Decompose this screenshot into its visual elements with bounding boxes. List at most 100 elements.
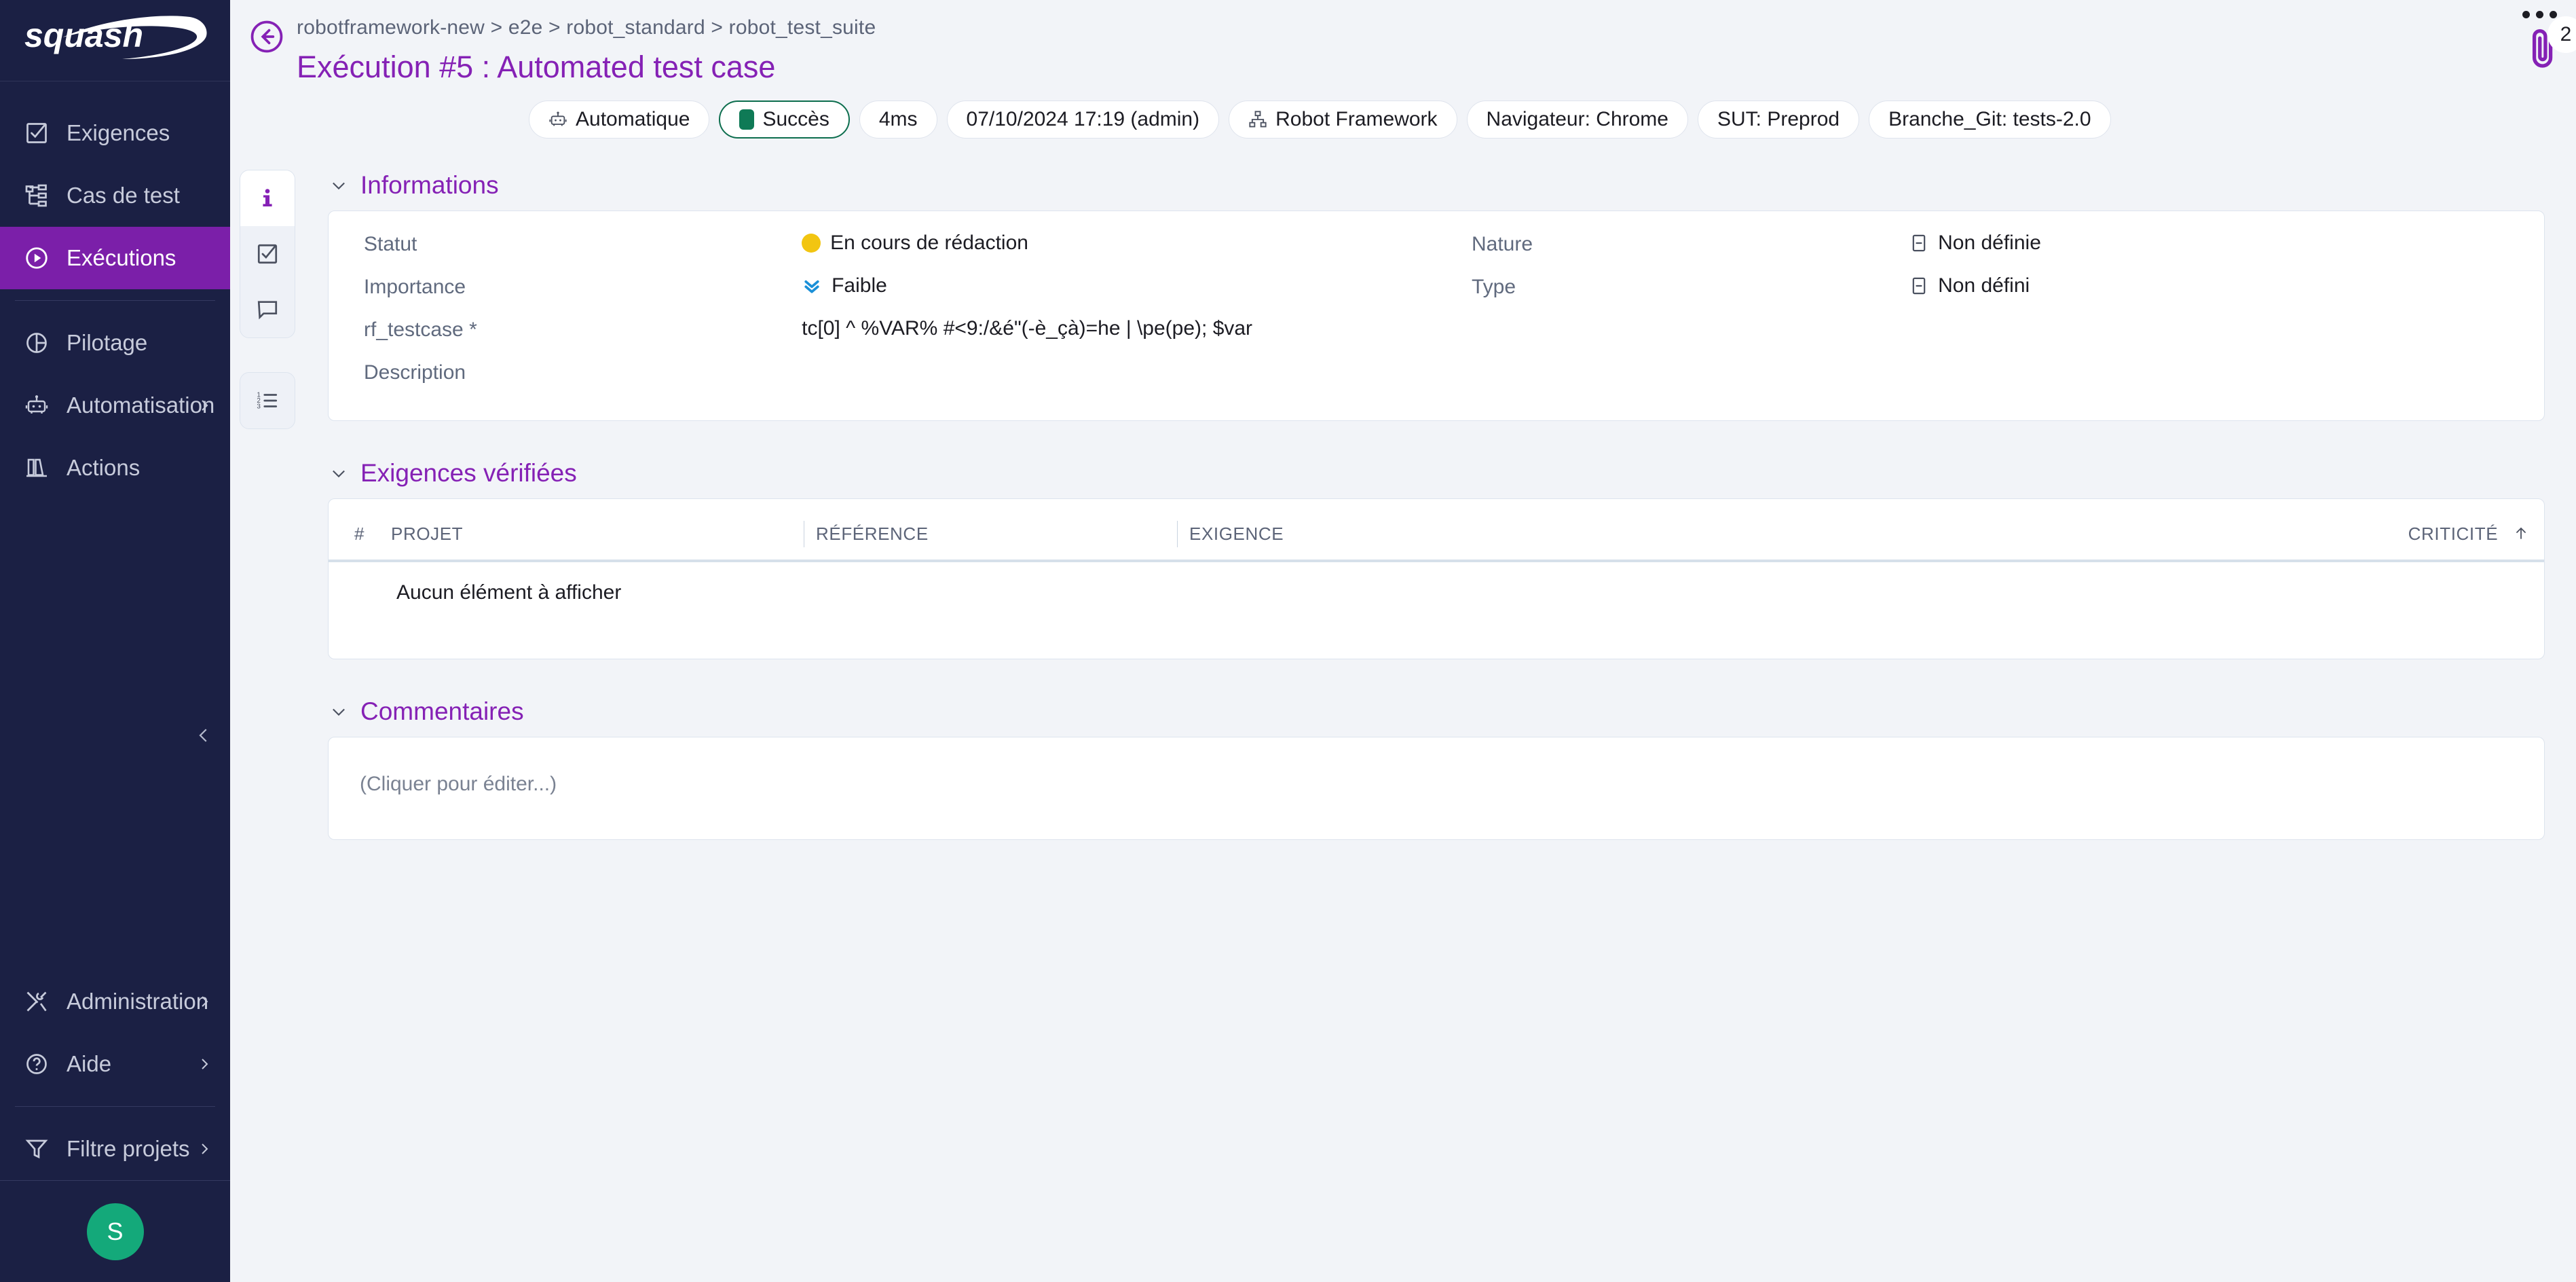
app-root: squash Exigences [0, 0, 2576, 1282]
chip-duree[interactable]: 4ms [859, 100, 937, 139]
sidebar-item-exigences[interactable]: Exigences [0, 102, 230, 164]
field-value-wrap[interactable]: Non définie [1909, 229, 2514, 255]
field-importance: Importance Faible [364, 272, 1406, 314]
field-label: Type [1472, 272, 1909, 299]
sidebar-item-executions[interactable]: Exécutions [0, 227, 230, 289]
sidebar-item-pilotage[interactable]: Pilotage [0, 312, 230, 374]
column-header-criticite[interactable]: CRITICITÉ [2259, 499, 2544, 561]
informations-panel: Statut En cours de rédaction Importance [328, 210, 2545, 421]
table-head: # PROJET RÉFÉRENCE EXIGENCE CRITICITÉ [329, 499, 2544, 561]
chip-label: Robot Framework [1275, 108, 1437, 131]
squash-logo-icon: squash [20, 14, 210, 67]
tools-icon [18, 989, 56, 1014]
sidebar-item-actions[interactable]: Actions [0, 437, 230, 499]
sidebar-item-administration[interactable]: Administration [0, 970, 230, 1033]
page-title: Exécution #5 : Automated test case [297, 46, 876, 88]
sidebar-item-cas-de-test[interactable]: Cas de test [0, 164, 230, 227]
comment-icon [256, 298, 279, 321]
minus-box-icon [1909, 234, 1928, 253]
chip-label: Succès [762, 108, 829, 131]
sidebar-item-filtre-projets[interactable]: Filtre projets [0, 1118, 230, 1180]
sidebar-item-aide[interactable]: Aide [0, 1033, 230, 1095]
sidebar-divider [15, 300, 215, 301]
column-header-index[interactable]: # [329, 499, 369, 561]
field-value: Non définie [1938, 232, 2041, 255]
chip-sut[interactable]: SUT: Preprod [1698, 100, 1859, 139]
field-value-wrap[interactable] [802, 357, 1406, 360]
tab-steps[interactable]: 1 2 3 [240, 373, 295, 428]
column-header-projet[interactable]: PROJET [369, 499, 804, 561]
required-marker: * [464, 318, 477, 341]
section-gap [310, 659, 2562, 686]
chip-automatique[interactable]: Automatique [529, 100, 709, 139]
avatar[interactable]: S [87, 1203, 144, 1260]
chip-branche-git[interactable]: Branche_Git: tests-2.0 [1869, 100, 2110, 139]
column-header-text: RÉFÉRENCE [804, 524, 929, 545]
chip-statut-execution[interactable]: Succès [719, 100, 849, 139]
play-circle-icon [18, 245, 56, 271]
sidebar-collapse-button[interactable] [189, 721, 218, 750]
checkbox-icon [18, 121, 56, 145]
chip-label: Branche_Git: tests-2.0 [1888, 108, 2091, 131]
chip-navigateur[interactable]: Navigateur: Chrome [1467, 100, 1688, 139]
status-square-icon [739, 109, 754, 130]
column-header-reference[interactable]: RÉFÉRENCE [804, 499, 1177, 561]
sidebar-divider [15, 1106, 215, 1107]
field-value-wrap[interactable]: tc[0] ^ %VAR% #<9:/&é"(-è_çà)=he | \pe(p… [802, 314, 1406, 340]
chip-date-execution[interactable]: 07/10/2024 17:19 (admin) [947, 100, 1220, 139]
field-value: tc[0] ^ %VAR% #<9:/&é"(-è_çà)=he | \pe(p… [802, 317, 1252, 340]
table-header-row: # PROJET RÉFÉRENCE EXIGENCE CRITICITÉ [329, 499, 2544, 561]
column-header-text: EXIGENCE [1177, 524, 1284, 545]
rail-group-primary [240, 170, 295, 338]
sidebar-nav: Exigences Cas de test [0, 81, 230, 499]
field-value: Non défini [1938, 274, 2030, 297]
sidebar-item-automatisation[interactable]: Automatisation [0, 374, 230, 437]
more-options-button[interactable] [2522, 11, 2557, 18]
table-row-empty: Aucun élément à afficher [329, 561, 2544, 627]
column-header-text: CRITICITÉ [2408, 524, 2499, 544]
sidebar-item-label: Cas de test [67, 183, 180, 208]
field-value-wrap[interactable]: Faible [802, 272, 1406, 297]
field-value: Faible [832, 274, 887, 297]
header-text-block: robotframework-new > e2e > robot_standar… [297, 12, 876, 88]
section-header-informations[interactable]: Informations [310, 160, 2562, 210]
breadcrumb[interactable]: robotframework-new > e2e > robot_standar… [297, 14, 876, 42]
svg-text:squash: squash [24, 16, 143, 54]
tab-informations[interactable] [240, 170, 295, 226]
hierarchy-icon [1248, 110, 1267, 129]
field-label: rf_testcase * [364, 314, 802, 342]
arrow-left-circle-icon [248, 18, 286, 56]
tab-commentaires[interactable] [240, 282, 295, 337]
section-header-exigences[interactable]: Exigences vérifiées [310, 448, 2562, 498]
field-statut: Statut En cours de rédaction [364, 229, 1406, 272]
chip-label: 4ms [879, 108, 918, 131]
field-value-wrap[interactable]: En cours de rédaction [802, 229, 1406, 255]
section-title: Exigences vérifiées [360, 459, 577, 488]
sidebar: squash Exigences [0, 0, 230, 1282]
tab-exigences[interactable] [240, 226, 295, 282]
section-header-commentaires[interactable]: Commentaires [310, 686, 2562, 737]
chevron-right-icon [196, 1141, 212, 1157]
sidebar-item-label: Pilotage [67, 330, 147, 356]
field-nature: Nature Non définie [1472, 229, 2514, 272]
checkbox-icon [256, 242, 279, 265]
tree-icon [18, 183, 56, 208]
header-actions: 2 [2522, 11, 2564, 77]
robot-icon [18, 393, 56, 418]
back-button[interactable] [248, 18, 286, 56]
execution-content: Informations Statut En cours de rédactio… [310, 160, 2562, 1282]
app-logo[interactable]: squash [0, 0, 230, 81]
chip-label: 07/10/2024 17:19 (admin) [967, 108, 1200, 131]
ellipsis-icon [2550, 11, 2557, 18]
comment-editor-placeholder[interactable]: (Cliquer pour éditer...) [329, 737, 2544, 839]
chip-framework[interactable]: Robot Framework [1229, 100, 1457, 139]
sidebar-item-label: Administration [67, 989, 208, 1014]
field-value-wrap[interactable]: Non défini [1909, 272, 2514, 297]
chip-label: Automatique [576, 108, 690, 131]
book-icon [18, 456, 56, 480]
ordered-list-icon: 1 2 3 [256, 389, 279, 412]
commentaires-panel: (Cliquer pour éditer...) [328, 737, 2545, 840]
attachments-button[interactable]: 2 [2524, 25, 2564, 77]
column-header-exigence[interactable]: EXIGENCE [1177, 499, 2259, 561]
sidebar-item-label: Filtre projets [67, 1136, 190, 1162]
